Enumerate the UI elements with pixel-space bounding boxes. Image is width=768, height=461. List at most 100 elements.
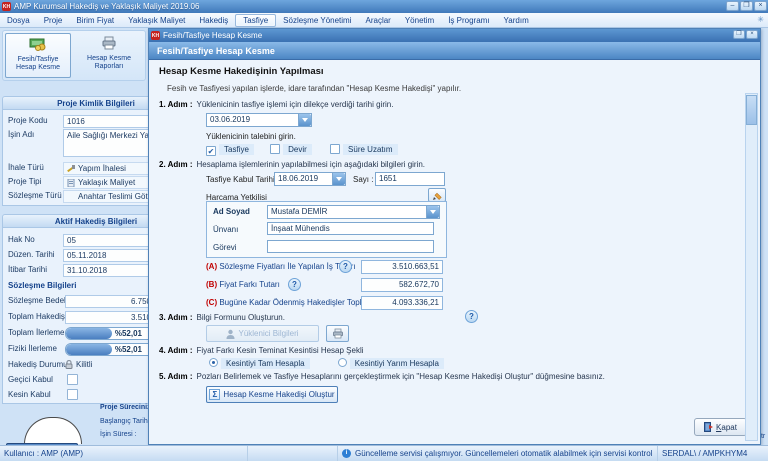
chevron-down-icon[interactable] xyxy=(298,114,311,126)
dialog-scrollbar[interactable] xyxy=(745,93,758,441)
amount-b-code: (B) xyxy=(206,280,217,289)
menu-tasfiye[interactable]: Tasfiye xyxy=(235,14,276,27)
fiziki-ilerleme-progressbar: %52,01 xyxy=(65,343,155,356)
yuklenici-bilgileri-button[interactable]: Yüklenici Bilgileri xyxy=(206,325,319,342)
gecici-kabul-checkbox[interactable] xyxy=(67,374,78,385)
step3-row: 3. Adım : Bilgi Formunu Oluşturun. xyxy=(159,313,285,322)
sayi-input[interactable]: 1651 xyxy=(375,172,445,186)
step4-text: Fiyat Farkı Kesin Teminat Kesintisi Hesa… xyxy=(196,346,363,355)
sozlesme-bilgileri-subhead: Sözleşme Bilgileri xyxy=(8,281,76,290)
gorevi-label: Görevi xyxy=(213,243,237,252)
amount-b-label: Fiyat Farkı Tutarı xyxy=(219,280,279,289)
money-icon xyxy=(29,37,47,54)
dialog-header: Fesih/Tasfiye Hesap Kesme xyxy=(149,42,760,60)
isin-adi-label: İşin Adı xyxy=(8,130,34,139)
toolbar-button-label: Hesap Kesme xyxy=(16,64,60,72)
toolbar-button-label: Fesih/Tasfiye xyxy=(18,56,59,64)
menu-araclar[interactable]: Araçlar xyxy=(359,15,398,26)
dialog-restore-button[interactable]: ❐ xyxy=(733,30,745,39)
progress-value: %52,01 xyxy=(115,329,142,338)
tasfiye-checkbox[interactable]: ✔Tasfiye xyxy=(206,145,254,154)
chevron-down-icon[interactable] xyxy=(426,206,439,218)
ad-soyad-combo[interactable]: Mustafa DEMİR xyxy=(267,205,440,219)
sayi-label: Sayı : xyxy=(353,175,373,184)
app-logo-icon: KH xyxy=(2,2,11,11)
menu-hakedis[interactable]: Hakediş xyxy=(192,15,235,26)
menu-is-programi[interactable]: İş Programı xyxy=(441,15,496,26)
dialog-window-controls: ❐ × xyxy=(733,30,758,39)
step3-label: 3. Adım : xyxy=(159,313,192,322)
edit-yetkili-button[interactable] xyxy=(428,188,446,202)
unvani-input[interactable]: İnşaat Mühendis xyxy=(267,222,434,235)
checkbox-checked-icon: ✔ xyxy=(206,146,216,156)
ihale-turu-label: İhale Türü xyxy=(8,163,44,172)
menu-proje[interactable]: Proje xyxy=(37,15,70,26)
statusbar-message-segment: i Güncelleme servisi çalışmıyor. Güncell… xyxy=(338,446,658,461)
dialog-intro: Fesih ve Tasfiyesi yapılan işlerde, idar… xyxy=(167,84,461,93)
ad-soyad-value: Mustafa DEMİR xyxy=(271,207,327,216)
gorevi-input[interactable] xyxy=(267,240,434,253)
help-icon[interactable]: ? xyxy=(339,260,352,273)
checkbox-icon xyxy=(270,144,280,154)
proje-kodu-label: Proje Kodu xyxy=(8,116,48,125)
step5-text: Pozları Belirlemek ve Tasfiye Hesapların… xyxy=(196,372,604,381)
dialog-close-button[interactable]: × xyxy=(746,30,758,39)
menu-yardim[interactable]: Yardım xyxy=(497,15,536,26)
person-icon xyxy=(226,329,235,339)
window-title: AMP Kurumsal Hakediş ve Yaklaşık Maliyet… xyxy=(14,2,199,11)
scrollbar-thumb[interactable] xyxy=(746,95,757,125)
kesin-kabul-checkbox[interactable] xyxy=(67,389,78,400)
statusbar-message: Güncelleme servisi çalışmıyor. Güncellem… xyxy=(355,449,653,458)
kesinti-yarim-radio[interactable]: Kesintiyi Yarım Hesapla xyxy=(338,359,444,368)
kesinti-tam-radio[interactable]: Kesintiyi Tam Hesapla xyxy=(209,359,310,368)
dilekce-tarihi-datepicker[interactable]: 03.06.2019 xyxy=(206,113,312,127)
project-gauge xyxy=(24,417,82,444)
window-controls: – ❐ × xyxy=(726,1,767,11)
amount-c-value: 4.093.336,21 xyxy=(361,296,443,310)
hesap-kesme-raporlari-button[interactable]: Hesap Kesme Raporları xyxy=(74,33,144,78)
document-icon xyxy=(67,179,75,187)
ad-soyad-label: Ad Soyad xyxy=(213,207,250,216)
step3-text: Bilgi Formunu Oluşturun. xyxy=(196,313,284,322)
toplam-hakedis-value: 3.510 xyxy=(65,311,155,324)
kabul-tarihi-datepicker[interactable]: 18.06.2019 xyxy=(274,172,346,186)
toplam-ilerleme-progressbar: %52,01 xyxy=(65,327,155,340)
gecici-kabul-label: Geçici Kabul xyxy=(8,375,53,384)
printer-icon xyxy=(332,328,344,339)
dilekce-tarihi-value: 03.06.2019 xyxy=(210,115,250,124)
amount-a-row: (A) Sözleşme Fiyatları İle Yapılan İş Tu… xyxy=(206,262,356,271)
help-icon[interactable]: ? xyxy=(288,278,301,291)
maximize-button[interactable]: ❐ xyxy=(740,1,753,11)
sure-uzatim-checkbox[interactable]: Süre Uzatım xyxy=(330,145,397,154)
hesap-kesme-olustur-button[interactable]: Σ Hesap Kesme Hakedişi Oluştur xyxy=(206,386,338,403)
minimize-button[interactable]: – xyxy=(726,1,739,11)
close-button[interactable]: × xyxy=(754,1,767,11)
menu-dosya[interactable]: Dosya xyxy=(0,15,37,26)
statusbar: Kullanıcı : AMP (AMP) i Güncelleme servi… xyxy=(0,445,768,461)
chevron-down-icon[interactable] xyxy=(332,173,345,185)
kesinti-radios: Kesintiyi Tam Hesapla Kesintiyi Yarım He… xyxy=(209,358,444,368)
menu-yaklasik-maliyet[interactable]: Yaklaşık Maliyet xyxy=(121,15,192,26)
amount-a-code: (A) xyxy=(206,262,217,271)
exit-door-icon xyxy=(704,422,713,432)
pencil-icon xyxy=(433,191,442,200)
menu-birim-fiyat[interactable]: Birim Fiyat xyxy=(69,15,121,26)
step2-row: 2. Adım :Hesaplama işlemlerinin yapılabi… xyxy=(159,160,425,169)
progress-value: %52,01 xyxy=(115,345,142,354)
help-icon[interactable]: ? xyxy=(465,310,478,323)
print-form-button[interactable] xyxy=(326,325,349,342)
toolbar-button-label: Raporları xyxy=(95,63,124,71)
dialog-content: Hesap Kesme Hakedişinin Yapılması Fesih … xyxy=(149,60,760,444)
baslangic-tarihi-label: Başlangıç Tarihi : xyxy=(100,418,153,425)
menu-sozlesme-yonetimi[interactable]: Sözleşme Yönetimi xyxy=(276,15,358,26)
kabul-tarihi-value: 18.06.2019 xyxy=(278,174,318,183)
itibar-tarihi-label: İtibar Tarihi xyxy=(8,265,47,274)
menu-yonetim[interactable]: Yönetim xyxy=(398,15,441,26)
devir-checkbox[interactable]: Devir xyxy=(270,145,312,154)
menubar: Dosya Proje Birim Fiyat Yaklaşık Maliyet… xyxy=(0,13,768,28)
amount-a-label: Sözleşme Fiyatları İle Yapılan İş Tutarı xyxy=(219,262,355,271)
fesih-tasfiye-hesap-kesme-button[interactable]: Fesih/Tasfiye Hesap Kesme xyxy=(5,33,71,78)
step5-row: 5. Adım :Pozları Belirlemek ve Tasfiye H… xyxy=(159,372,605,381)
menu-overflow-icon[interactable]: ✳ xyxy=(757,15,764,24)
kapat-button[interactable]: Kapat xyxy=(694,418,747,436)
